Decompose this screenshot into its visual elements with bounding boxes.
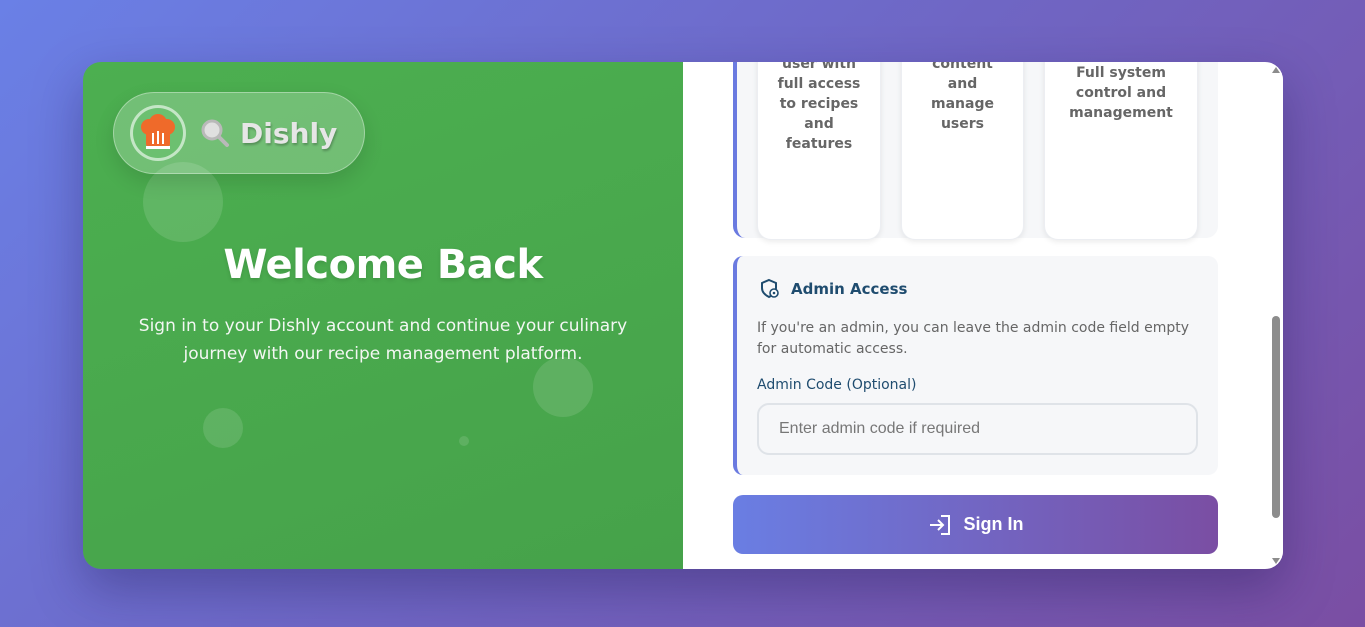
admin-access-section: Admin Access If you're an admin, you can…: [733, 256, 1218, 475]
signin-form-panel: user with full access to recipes and fea…: [683, 62, 1283, 569]
scroll-thumb[interactable]: [1272, 316, 1280, 518]
welcome-subtitle: Sign in to your Dishly account and conti…: [138, 316, 628, 364]
scroll-down-arrow[interactable]: [1272, 558, 1280, 564]
admin-access-description: If you're an admin, you can leave the ad…: [757, 320, 1189, 357]
role-card-user[interactable]: user with full access to recipes and fea…: [757, 62, 881, 240]
shield-icon: [761, 278, 779, 299]
admin-code-input[interactable]: [757, 403, 1198, 455]
scrollbar[interactable]: [1269, 62, 1283, 569]
sign-in-button[interactable]: Sign In: [733, 495, 1218, 554]
admin-access-header: Admin Access: [759, 278, 907, 300]
brand-name: Dishly: [200, 117, 337, 150]
role-options: user with full access to recipes and fea…: [733, 62, 1218, 240]
welcome-panel: Dishly Welcome Back Sign in to your Dish…: [83, 62, 683, 569]
sign-in-icon: [929, 514, 950, 535]
scroll-up-arrow[interactable]: [1272, 67, 1280, 73]
role-card-admin[interactable]: Full system control and management: [1044, 62, 1198, 240]
role-description: user with full access to recipes and fea…: [777, 62, 861, 152]
login-card: Dishly Welcome Back Sign in to your Dish…: [83, 62, 1283, 569]
welcome-title: Welcome Back: [223, 242, 543, 288]
chef-hat-icon: [141, 114, 175, 149]
admin-access-title: Admin Access: [791, 280, 908, 298]
brand-badge: Dishly: [113, 92, 365, 174]
role-description: content and manage users: [931, 62, 994, 132]
admin-code-label: Admin Code (Optional): [757, 377, 917, 393]
role-card-moderator[interactable]: content and manage users: [901, 62, 1024, 240]
search-icon: [201, 119, 229, 147]
decorative-bubble: [459, 436, 469, 446]
logo: [130, 105, 186, 161]
brand-name-text: Dishly: [240, 116, 338, 150]
decorative-bubble: [203, 408, 243, 448]
role-description: Full system control and management: [1069, 65, 1173, 121]
sign-in-label: Sign In: [963, 514, 1024, 534]
decorative-bubble: [143, 162, 223, 242]
